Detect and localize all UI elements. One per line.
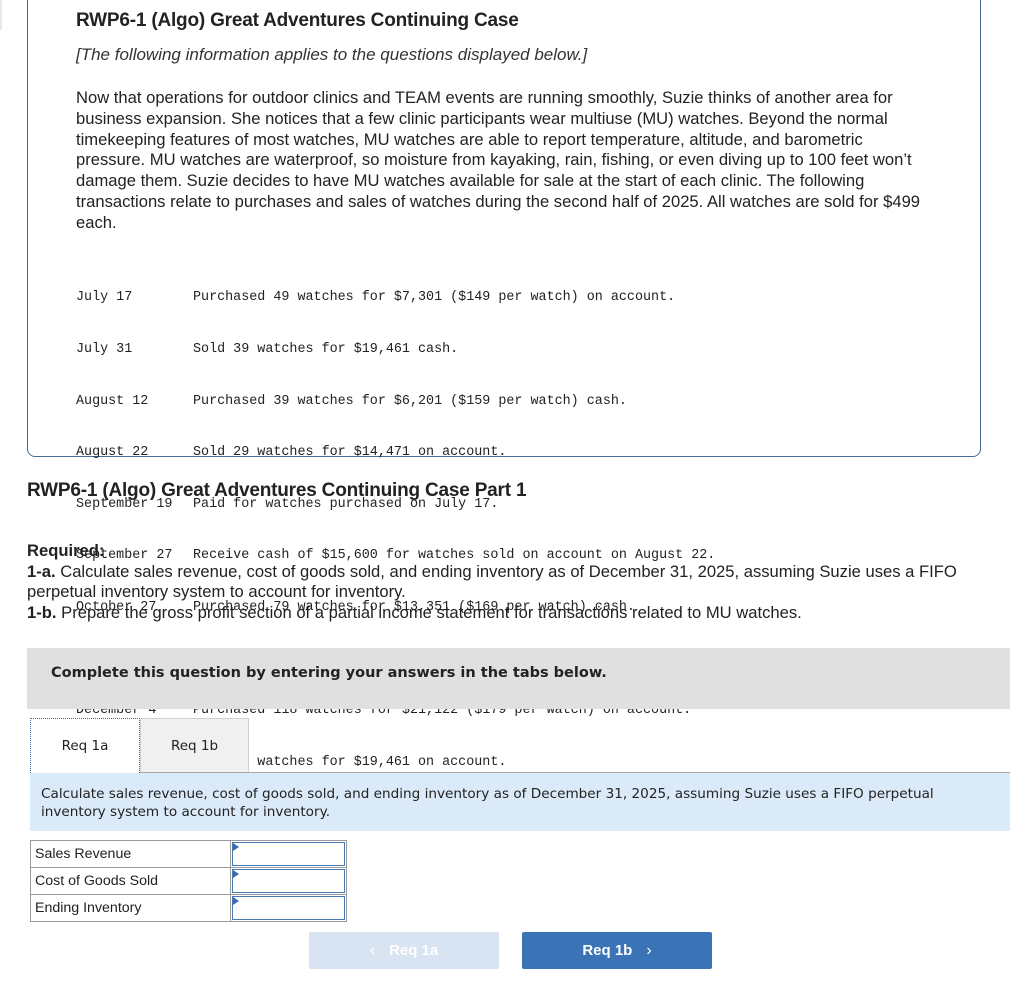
table-row: Cost of Goods Sold [29, 867, 347, 895]
transaction-date: July 17 [76, 290, 133, 306]
case-title: RWP6-1 (Algo) Great Adventures Continuin… [76, 10, 519, 31]
required-section: Required: 1-a. Calculate sales revenue, … [27, 541, 1002, 623]
cost-of-goods-sold-input[interactable] [232, 869, 345, 893]
prev-req-label: Req 1a [389, 942, 439, 959]
tab-panel-description: Calculate sales revenue, cost of goods s… [30, 773, 1010, 831]
answer-table: Sales Revenue Cost of Goods Sold Ending … [29, 840, 347, 922]
chevron-left-icon: ‹ [369, 941, 376, 959]
required-label: Required: [27, 541, 105, 560]
transaction-row: July 31 Sold 39 watches for $19,461 cash. [76, 341, 715, 358]
transaction-date: August 12 [76, 393, 149, 409]
sales-revenue-label: Sales Revenue [29, 840, 232, 868]
transaction-date: August 22 [76, 445, 149, 461]
ending-inventory-label: Ending Inventory [29, 894, 232, 922]
input-flag-icon [233, 843, 240, 851]
next-req-button[interactable]: Req 1b › [522, 932, 712, 969]
instructions-band: Complete this question by entering your … [27, 648, 1010, 709]
requirement-1a-text: Calculate sales revenue, cost of goods s… [27, 561, 957, 602]
requirement-1a: 1-a. Calculate sales revenue, cost of go… [27, 562, 1002, 603]
sales-revenue-input[interactable] [232, 842, 345, 866]
transaction-row: August 22 Sold 29 watches for $14,471 on … [76, 444, 715, 461]
tab-req-1a[interactable]: Req 1a [30, 718, 140, 773]
input-flag-icon [233, 870, 240, 878]
input-flag-icon [233, 897, 240, 905]
requirement-1a-label: 1-a. [27, 561, 56, 581]
prev-req-button[interactable]: ‹ Req 1a [309, 932, 499, 969]
table-row: Sales Revenue [29, 840, 347, 868]
panel-description-text: Calculate sales revenue, cost of goods s… [41, 786, 934, 820]
next-req-label: Req 1b [582, 942, 633, 959]
instructions-text: Complete this question by entering your … [51, 665, 607, 681]
transaction-row: July 17 Purchased 49 watches for $7,301 (… [76, 289, 715, 306]
case-note: [The following information applies to th… [76, 45, 588, 64]
requirement-1b-label: 1-b. [27, 602, 57, 622]
transaction-description: Sold 29 watches for $14,471 on account. [193, 445, 507, 461]
chevron-right-icon: › [646, 941, 652, 959]
requirement-1b: 1-b. Prepare the gross profit section of… [27, 603, 1002, 624]
transaction-description: Sold 39 watches for $19,461 cash. [193, 342, 459, 358]
cost-of-goods-sold-label: Cost of Goods Sold [29, 867, 232, 895]
transaction-row: August 12 Purchased 39 watches for $6,201… [76, 393, 715, 410]
left-edge-artifact [0, 0, 2, 30]
transaction-date: July 31 [76, 342, 133, 358]
case-paragraph: Now that operations for outdoor clinics … [76, 88, 921, 232]
ending-inventory-input[interactable] [232, 896, 345, 920]
part-title: RWP6-1 (Algo) Great Adventures Continuin… [27, 480, 527, 501]
table-row: Ending Inventory [29, 894, 347, 922]
transaction-description: Purchased 49 watches for $7,301 ($149 pe… [193, 290, 676, 306]
tab-req-1b[interactable]: Req 1b [140, 718, 249, 773]
transaction-description: Purchased 39 watches for $6,201 ($159 pe… [193, 393, 627, 409]
requirement-1b-text: Prepare the gross profit section of a pa… [56, 602, 802, 622]
